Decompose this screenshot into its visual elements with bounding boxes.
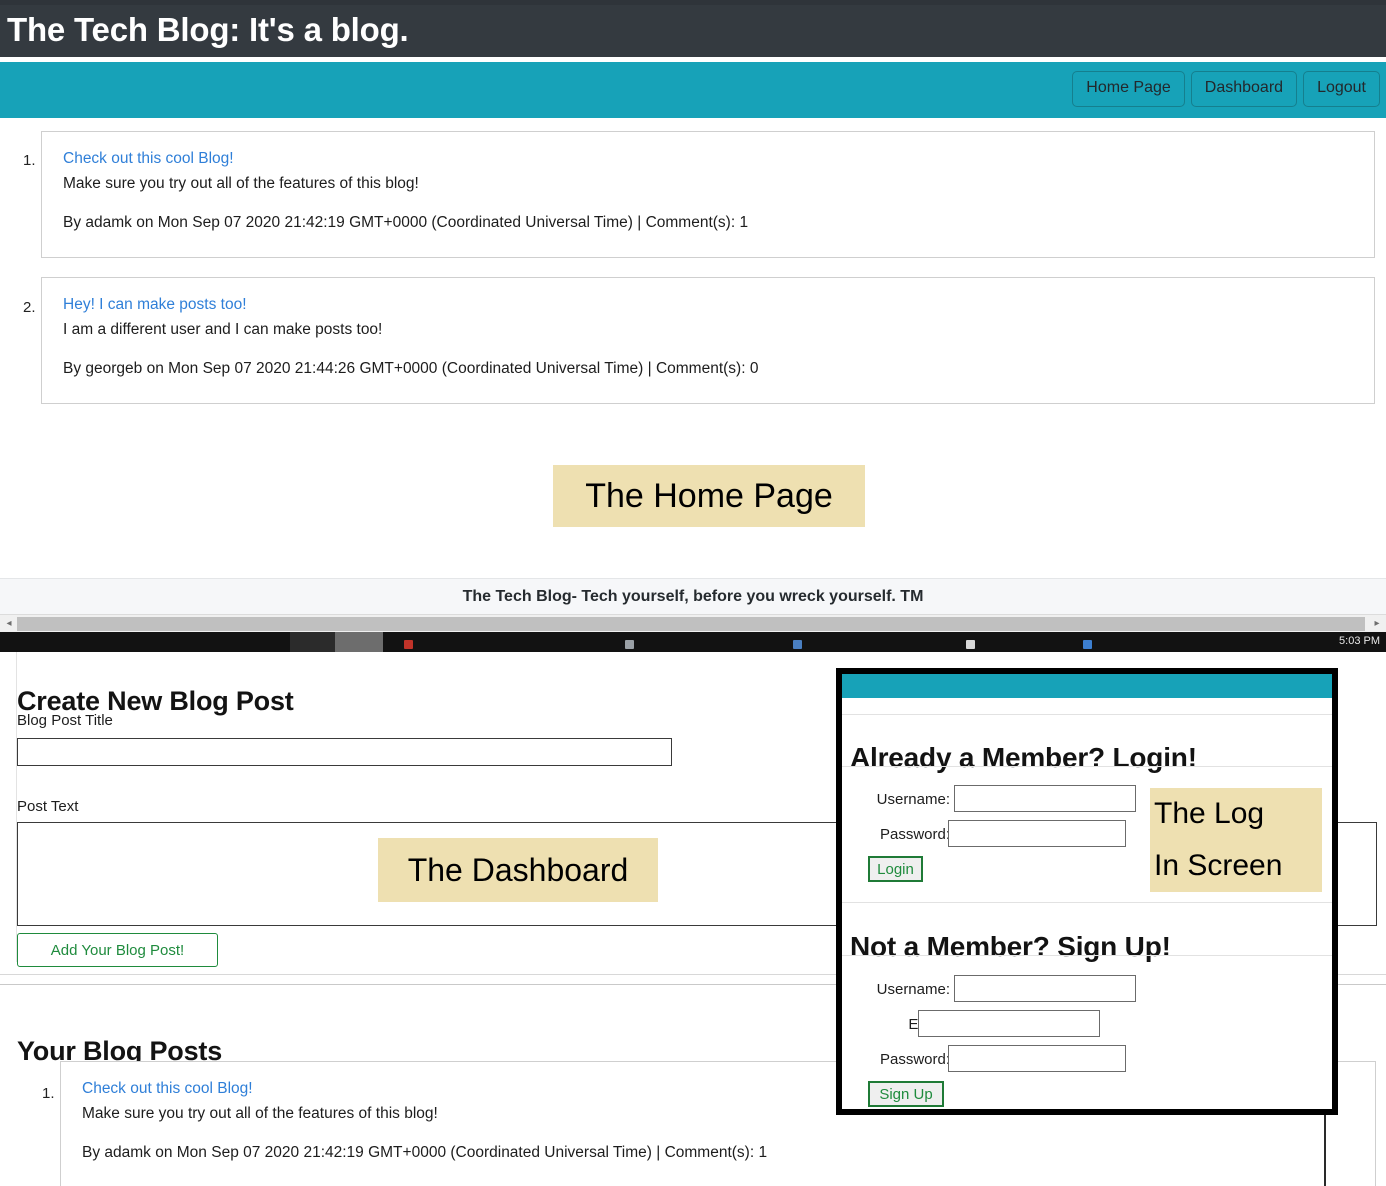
taskbar-app-icon[interactable] (404, 640, 413, 649)
taskbar-app-icon[interactable] (1083, 640, 1092, 649)
taskbar-app-icon[interactable] (966, 640, 975, 649)
signup-password-input[interactable] (948, 1045, 1126, 1072)
post-meta: By georgeb on Mon Sep 07 2020 21:44:26 G… (63, 360, 759, 377)
post-index: 2. (23, 299, 36, 316)
blog-post-title-input[interactable] (17, 738, 672, 766)
post-content: Hey! I can make posts too! I am a differ… (63, 296, 1360, 378)
site-footer: The Tech Blog- Tech yourself, before you… (0, 578, 1386, 614)
post-title-link[interactable]: Hey! I can make posts too! (63, 296, 1360, 314)
nav-button-home-page[interactable]: Home Page (1072, 71, 1185, 107)
taskbar-tile[interactable] (290, 632, 335, 652)
signup-heading: Not a Member? Sign Up! (850, 931, 1171, 963)
navigation-bar: Home Page Dashboard Logout (0, 62, 1386, 118)
post-index: 1. (42, 1085, 55, 1102)
post-meta: By adamk on Mon Sep 07 2020 21:42:19 GMT… (82, 1144, 768, 1161)
page-title: The Tech Blog: It's a blog. (7, 11, 409, 48)
post-card: Hey! I can make posts too! I am a differ… (41, 277, 1375, 404)
login-panel-leader-line (1324, 1115, 1326, 1186)
post-index: 1. (23, 152, 36, 169)
signup-username-input[interactable] (954, 975, 1136, 1002)
footer-text: The Tech Blog- Tech yourself, before you… (462, 588, 924, 605)
nav-button-logout[interactable]: Logout (1303, 71, 1380, 107)
nav-button-dashboard[interactable]: Dashboard (1190, 71, 1298, 107)
login-username-input[interactable] (954, 785, 1136, 812)
divider (842, 714, 1332, 715)
signup-password-label: Password: (879, 1051, 950, 1068)
scroll-left-arrow-icon[interactable]: ◂ (3, 618, 15, 630)
taskbar-app-icon[interactable] (793, 640, 802, 649)
login-password-input[interactable] (948, 820, 1126, 847)
annotation-home-page: The Home Page (553, 465, 865, 527)
signup-username-label: Username: (876, 981, 950, 998)
divider (842, 766, 1332, 767)
login-heading: Already a Member? Login! (850, 742, 1197, 774)
annotation-login-screen: The Log In Screen (1150, 788, 1322, 892)
blog-post-title-label: Blog Post Title (17, 712, 113, 729)
login-panel-accent-bar (842, 674, 1332, 698)
post-meta: By adamk on Mon Sep 07 2020 21:42:19 GMT… (63, 214, 749, 231)
post-card: Check out this cool Blog! Make sure you … (41, 131, 1375, 258)
signup-email-input[interactable] (918, 1010, 1100, 1037)
divider (842, 955, 1332, 956)
login-username-label: Username: (876, 791, 950, 808)
nav-button-group: Home Page Dashboard Logout (1072, 71, 1380, 107)
os-taskbar: 5:03 PM (0, 632, 1386, 652)
add-blog-post-button[interactable]: Add Your Blog Post! (17, 933, 218, 967)
scroll-right-arrow-icon[interactable]: ▸ (1371, 618, 1383, 630)
login-submit-button[interactable]: Login (868, 856, 923, 882)
taskbar-tile-active[interactable] (335, 632, 383, 652)
post-content: Check out this cool Blog! Make sure you … (63, 150, 1360, 232)
signup-submit-button[interactable]: Sign Up (868, 1081, 944, 1107)
scrollbar-thumb[interactable] (17, 617, 1365, 631)
post-body: I am a different user and I can make pos… (63, 321, 383, 338)
home-page-screenshot: The Tech Blog: It's a blog. Home Page Da… (0, 0, 1386, 652)
taskbar-clock: 5:03 PM (1339, 635, 1380, 647)
divider (842, 902, 1332, 903)
taskbar-app-icon[interactable] (625, 640, 634, 649)
horizontal-scrollbar[interactable]: ◂ ▸ (0, 614, 1386, 632)
post-title-link[interactable]: Check out this cool Blog! (63, 150, 1360, 168)
annotation-dashboard: The Dashboard (378, 838, 658, 902)
post-body: Make sure you try out all of the feature… (63, 175, 419, 192)
post-text-label: Post Text (17, 798, 79, 815)
site-header: The Tech Blog: It's a blog. (0, 5, 1386, 57)
login-password-label: Password: (879, 826, 950, 843)
